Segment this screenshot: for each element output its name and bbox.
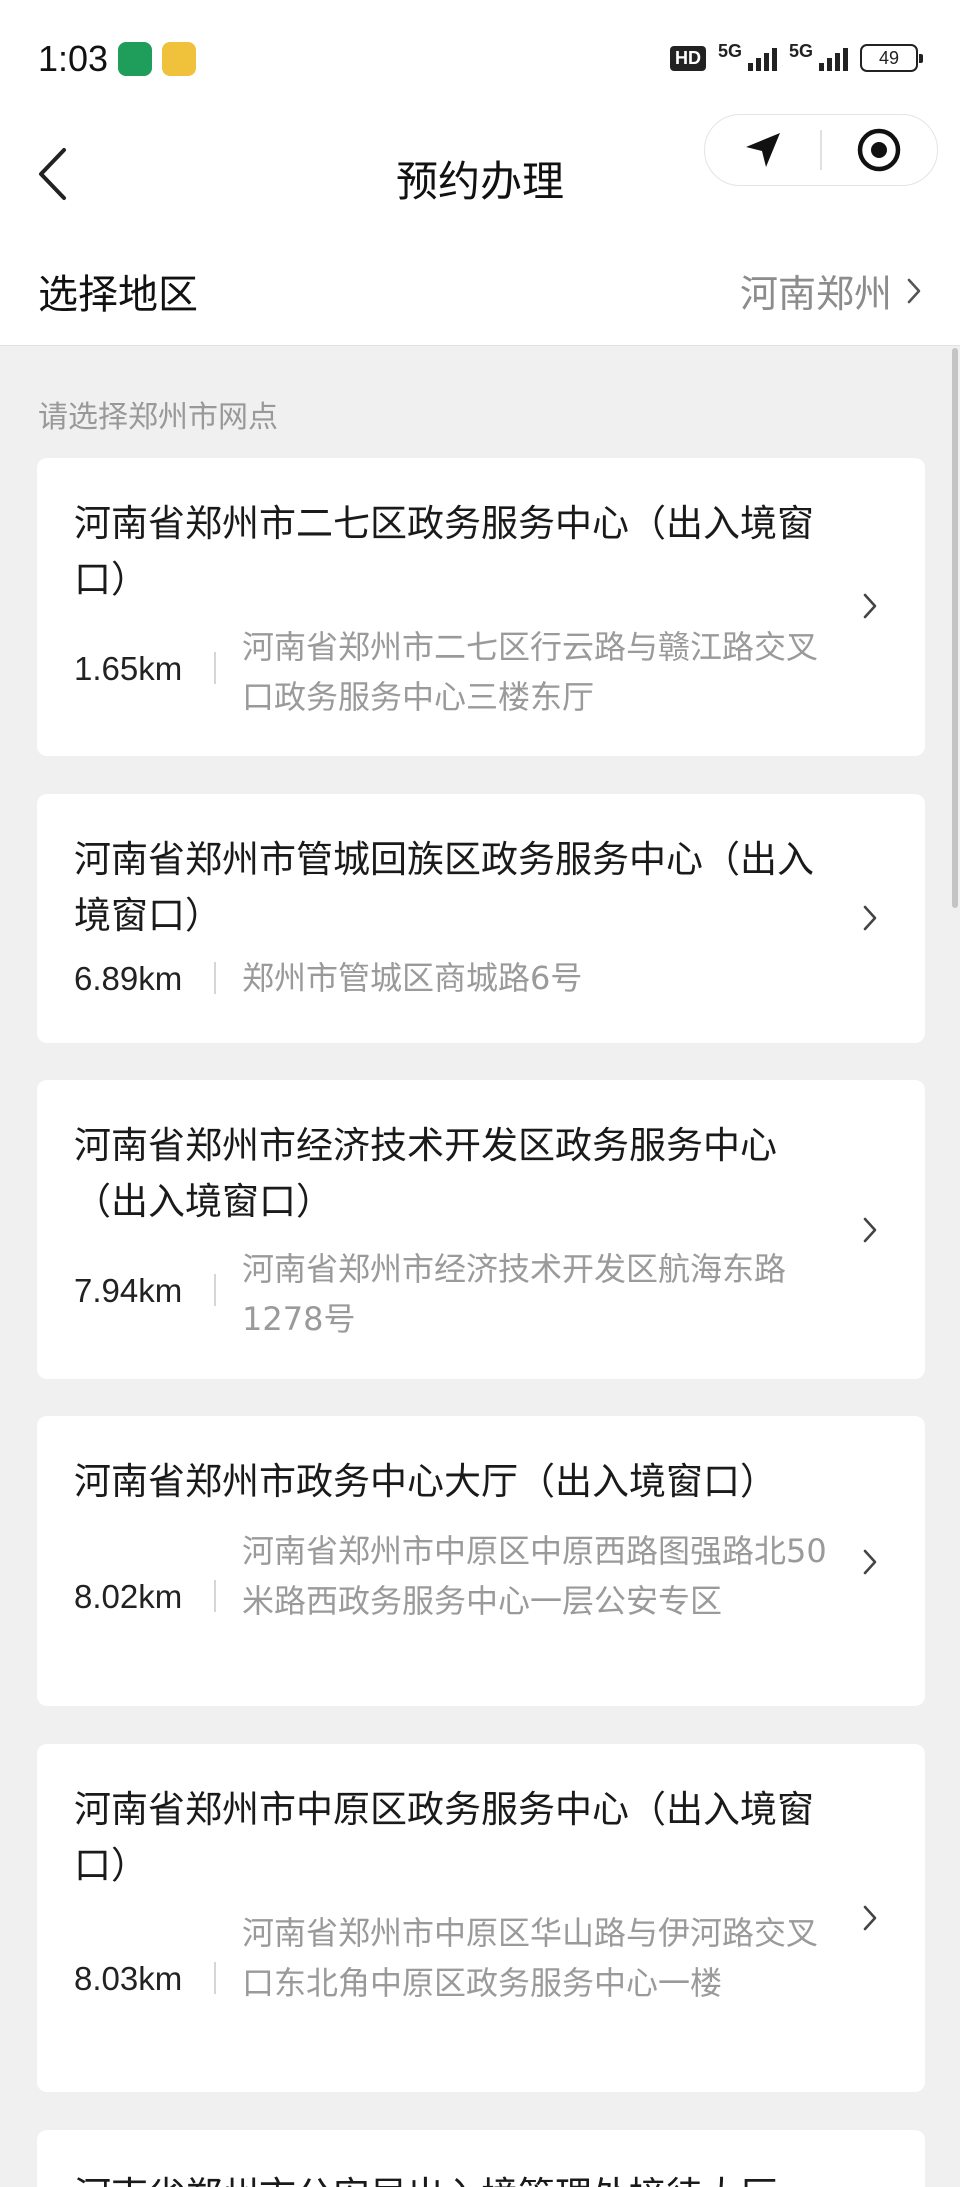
branch-address: 河南省郑州市二七区行云路与赣江路交叉口政务服务中心三楼东厅 — [242, 628, 819, 716]
branch-distance: 1.65km — [74, 650, 183, 687]
location-button[interactable] — [705, 114, 820, 186]
branch-card[interactable]: 河南省郑州市政务中心大厅（出入境窗口） 8.02km 河南省郑州市中原区中原西路… — [37, 1416, 925, 1706]
branch-card[interactable]: 河南省郑州市二七区政务服务中心（出入境窗口） 1.65km 河南省郑州市二七区行… — [37, 458, 925, 756]
branch-address: 河南省郑州市经济技术开发区航海东路1278号 — [242, 1250, 787, 1338]
network-type-label: 5G — [788, 40, 813, 61]
chevron-right-icon — [857, 1210, 883, 1250]
hd-icon: HD — [669, 45, 706, 71]
navigation-arrow-icon — [745, 133, 780, 167]
status-time: 1:03 — [38, 38, 109, 79]
branch-card[interactable]: 河南省郑州市中原区政务服务中心（出入境窗口） 8.03km 河南省郑州市中原区华… — [37, 1744, 925, 2092]
section-label: 请选择郑州市网点 — [38, 400, 278, 435]
branch-divider — [214, 1580, 216, 1612]
mini-program-capsule — [704, 114, 938, 186]
app-notification-icon — [162, 42, 196, 76]
close-mini-program-button[interactable] — [822, 114, 937, 186]
signal-icon — [819, 45, 848, 71]
branch-card[interactable]: 河南省郑州市管城回族区政务服务中心（出入境窗口） 6.89km 郑州市管城区商城… — [37, 794, 925, 1043]
branch-divider — [214, 1962, 216, 1994]
network-type-label: 5G — [717, 40, 742, 61]
chevron-right-icon — [907, 278, 921, 303]
status-bar: 1:03 HD 5G 5G 49 — [0, 0, 960, 112]
region-label: 选择地区 — [38, 271, 198, 318]
branch-distance: 7.94km — [74, 1272, 183, 1309]
branch-distance: 8.02km — [74, 1578, 183, 1615]
chevron-right-icon — [857, 1898, 883, 1938]
region-selector[interactable]: 选择地区 河南郑州 — [0, 236, 960, 346]
branch-distance: 6.89km — [74, 960, 183, 997]
navigation-bar: 预约办理 — [0, 112, 960, 236]
branch-card[interactable]: 河南省郑州市经济技术开发区政务服务中心（出入境窗口） 7.94km 河南省郑州市… — [37, 1080, 925, 1379]
branch-title: 河南省郑州市政务中心大厅（出入境窗口） — [74, 1460, 777, 1503]
region-value-group: 河南郑州 — [740, 263, 922, 318]
scrollbar-thumb[interactable] — [952, 348, 958, 908]
branch-divider — [214, 1274, 216, 1306]
branch-title: 河南省郑州市中原区政务服务中心（出入境窗口） — [74, 1788, 814, 1887]
branch-address: 河南省郑州市中原区中原西路图强路北50米路西政务服务中心一层公安专区 — [242, 1532, 827, 1620]
app-notification-icon — [118, 42, 152, 76]
battery-level: 49 — [878, 47, 900, 68]
branch-title: 河南省郑州市二七区政务服务中心（出入境窗口） — [74, 502, 814, 601]
branch-address: 河南省郑州市中原区华山路与伊河路交叉口东北角中原区政务服务中心一楼 — [242, 1914, 819, 2002]
battery-icon: 49 — [860, 44, 923, 72]
branch-divider — [214, 962, 216, 994]
chevron-right-icon — [857, 1542, 883, 1582]
appointment-page: 1:03 HD 5G 5G 49 预约办理 选择地区 河南郑州 请选择郑州市网点… — [0, 0, 960, 2187]
region-value: 河南郑州 — [739, 272, 892, 316]
branch-address: 郑州市管城区商城路6号 — [242, 959, 583, 997]
signal-icon — [747, 45, 777, 71]
branch-title: 河南省郑州市经济技术开发区政务服务中心（出入境窗口） — [74, 1124, 777, 1223]
branch-card[interactable]: 河南省郑州市公安局出入境管理处接待大厅 — [37, 2130, 925, 2187]
chevron-right-icon — [857, 586, 883, 626]
branch-title: 河南省郑州市管城回族区政务服务中心（出入境窗口） — [74, 838, 814, 937]
branch-divider — [214, 652, 216, 684]
chevron-right-icon — [857, 898, 883, 938]
target-icon — [858, 128, 901, 172]
status-indicators: HD 5G 5G 49 — [669, 40, 923, 76]
branch-distance: 8.03km — [74, 1960, 183, 1997]
branch-title: 河南省郑州市公安局出入境管理处接待大厅 — [74, 2168, 874, 2187]
